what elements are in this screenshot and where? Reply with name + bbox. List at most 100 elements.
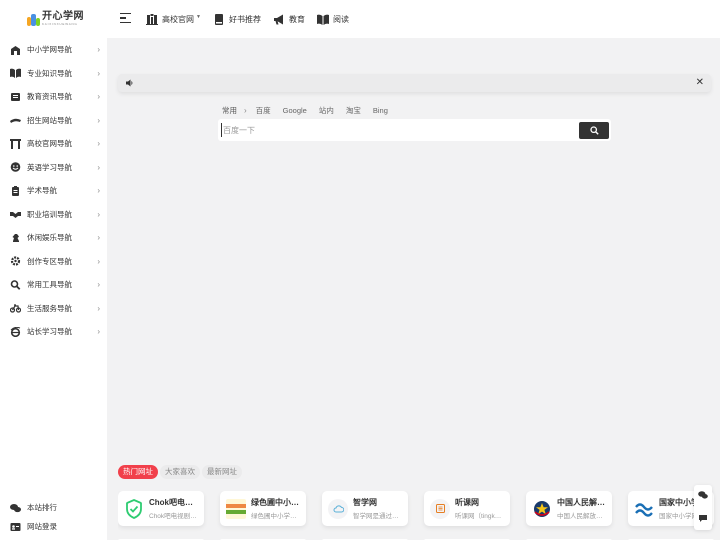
newspaper-icon <box>11 92 20 101</box>
nav-item-university[interactable]: 高校官网 ▼ <box>146 13 201 25</box>
shield-check-icon <box>124 498 144 519</box>
chevron-right-icon: › <box>97 92 100 101</box>
sidebar-item-label: 职业培训导航 <box>27 209 72 219</box>
chevron-right-icon: › <box>97 115 100 125</box>
chevron-right-icon: › <box>97 327 100 336</box>
nav-item-reading[interactable]: 阅读 <box>316 14 349 25</box>
chevron-right-icon: › <box>97 186 100 195</box>
ie-icon <box>10 326 21 337</box>
search-engine-tabs: 常用 › 百度 Google 站内 淘宝 Bing <box>222 105 400 116</box>
nav-label: 好书推荐 <box>228 14 261 24</box>
top-nav: 高校官网 ▼ 好书推荐 教育 阅读 <box>146 0 361 38</box>
nav-label: 教育 <box>288 14 305 24</box>
logo-mark-icon <box>27 12 40 26</box>
chat-icon <box>10 503 21 512</box>
sidebar-item-admissions[interactable]: 招生网站导航 › <box>0 109 107 133</box>
site-cards: Chok吧电… Chok吧电视剧… 绿色圃中小… 绿色圃中小学… 智学网 智学网… <box>118 491 720 540</box>
site-card[interactable]: 智学网 智学网是通过… <box>322 491 408 526</box>
message-icon[interactable] <box>698 513 708 523</box>
logo-subtitle: KAIXINXUEWANG <box>42 22 78 26</box>
school-icon <box>11 45 20 55</box>
search-tab-baidu[interactable]: 百度 <box>256 105 271 116</box>
site-card[interactable]: 中国人民解… 中国人民解放… <box>526 491 612 526</box>
sidebar-item-academic[interactable]: 学术导航 › <box>0 179 107 203</box>
card-desc: Chok吧电视剧… <box>149 513 197 520</box>
id-card-icon <box>10 522 21 531</box>
sidebar-item-label: 创作专区导航 <box>27 256 72 266</box>
sidebar-item-webmaster[interactable]: 站长学习导航 › <box>0 320 107 344</box>
sidebar-item-label: 招生网站导航 <box>27 115 72 125</box>
megaphone-icon <box>273 14 283 24</box>
tab-popular[interactable]: 大家喜欢 <box>160 465 200 479</box>
search-tab-google[interactable]: Google <box>283 106 307 115</box>
card-title: 听课网 <box>455 498 479 507</box>
nav-item-education[interactable]: 教育 <box>273 14 305 25</box>
card-desc: 听课网（tingk… <box>455 513 502 520</box>
sidebar-item-tools[interactable]: 常用工具导航 › <box>0 273 107 297</box>
card-title: 中国人民解… <box>557 498 605 507</box>
sidebar-item-label: 休闲娱乐导航 <box>27 233 72 243</box>
card-title: 智学网 <box>353 498 377 507</box>
close-icon[interactable]: ✕ <box>696 77 704 88</box>
handshake-icon <box>10 212 21 219</box>
sidebar-item-label: 英语学习导航 <box>27 162 72 172</box>
search-tab-taobao[interactable]: 淘宝 <box>346 105 361 116</box>
site-card[interactable]: 听课网 听课网（tingk… <box>424 491 510 526</box>
gear-icon <box>10 256 21 266</box>
nav-label: 阅读 <box>332 14 349 24</box>
sidebar-item-vocational[interactable]: 职业培训导航 › <box>0 203 107 227</box>
site-logo[interactable]: 开心学网 KAIXINXUEWANG <box>27 10 84 28</box>
sidebar-item-creation[interactable]: 创作专区导航 › <box>0 250 107 274</box>
chevron-right-icon: › <box>97 68 100 78</box>
search-input[interactable] <box>221 123 561 137</box>
search-group-label[interactable]: 常用 <box>222 105 237 116</box>
sidebar-item-edu-news[interactable]: 教育资讯导航 › <box>0 85 107 109</box>
emblem-icon <box>532 498 552 519</box>
sidebar-item-login[interactable]: 网站登录 <box>0 517 107 536</box>
search-icon <box>10 279 21 290</box>
gate-icon <box>10 138 21 149</box>
sidebar-item-life-services[interactable]: 生活服务导航 › <box>0 297 107 321</box>
sidebar-item-english[interactable]: 英语学习导航 › <box>0 156 107 180</box>
sidebar-item-leisure[interactable]: 休闲娱乐导航 › <box>0 226 107 250</box>
chevron-right-icon: › <box>97 162 100 172</box>
tab-latest[interactable]: 最新网址 <box>202 465 242 479</box>
sidebar-item-label: 生活服务导航 <box>27 303 72 313</box>
chess-knight-icon <box>12 233 19 242</box>
sidebar-item-label: 专业知识导航 <box>27 68 72 78</box>
card-desc: 智学网是通过… <box>353 513 399 520</box>
floating-toolbar <box>694 485 712 530</box>
smile-icon <box>10 162 21 173</box>
notice-bar: ✕ <box>118 74 711 92</box>
site-card[interactable]: 绿色圃中小… 绿色圃中小学… <box>220 491 306 526</box>
chevron-right-icon: › <box>97 233 100 242</box>
chevron-right-icon: › <box>97 303 100 313</box>
menu-toggle-icon[interactable] <box>120 13 131 24</box>
search-button[interactable] <box>579 122 609 139</box>
top-header: 开心学网 KAIXINXUEWANG 高校官网 ▼ 好书推荐 教育 阅读 <box>0 0 720 38</box>
search-tab-bing[interactable]: Bing <box>373 106 388 115</box>
search-tab-site[interactable]: 站内 <box>319 105 334 116</box>
sidebar-item-label: 站长学习导航 <box>27 327 72 337</box>
logo-title: 开心学网 <box>42 11 84 22</box>
nav-label: 高校官网 <box>162 14 194 24</box>
sidebar-item-label: 教育资讯导航 <box>27 92 72 102</box>
sidebar-item-label: 学术导航 <box>27 186 57 196</box>
sidebar-item-ranking[interactable]: 本站排行 <box>0 498 107 517</box>
chat-icon[interactable] <box>698 490 708 500</box>
nav-item-books[interactable]: 好书推荐 <box>213 13 261 25</box>
tab-hot-sites[interactable]: 热门网址 <box>118 465 158 479</box>
book-open-icon <box>10 68 21 79</box>
sidebar-item-universities[interactable]: 高校官网导航 › <box>0 132 107 156</box>
sidebar: 中小学网导航 › 专业知识导航 › 教育资讯导航 › 招生网站导航 › 高校官网… <box>0 38 107 540</box>
speaker-icon <box>126 79 133 87</box>
clipboard-icon <box>12 185 19 196</box>
chevron-right-icon: › <box>97 139 100 148</box>
graduation-cap-icon <box>10 118 21 124</box>
site-card[interactable]: Chok吧电… Chok吧电视剧… <box>118 491 204 526</box>
wave-logo-icon <box>634 498 654 519</box>
lvsepu-logo-icon <box>226 498 246 519</box>
card-desc: 绿色圃中小学… <box>251 513 297 520</box>
sidebar-item-professional[interactable]: 专业知识导航 › <box>0 62 107 86</box>
sidebar-item-primary-schools[interactable]: 中小学网导航 › <box>0 38 107 62</box>
